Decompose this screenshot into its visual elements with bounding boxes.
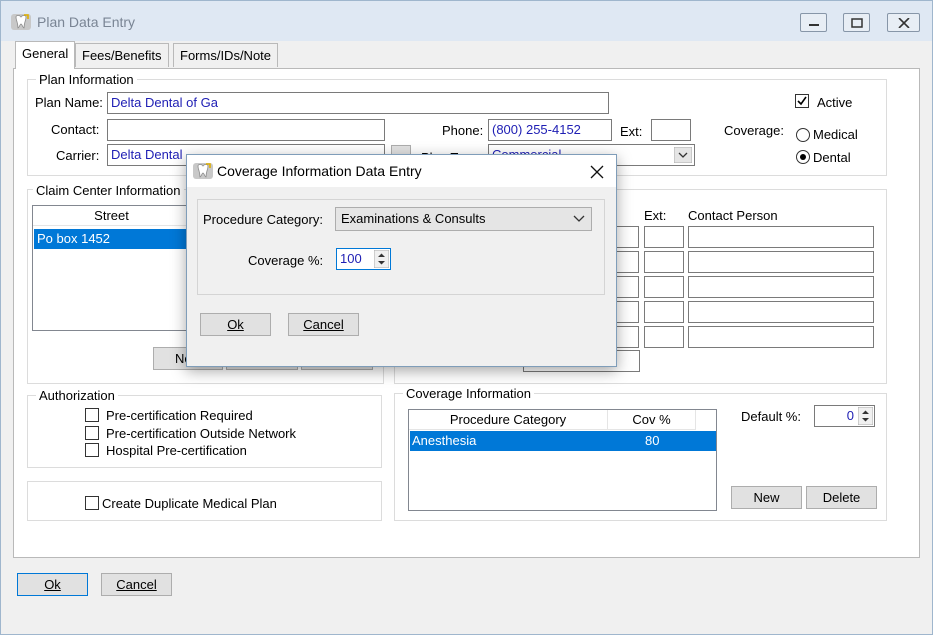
cov-percent-column-header[interactable]: Cov % — [608, 410, 696, 430]
coverage-information-legend: Coverage Information — [403, 386, 535, 401]
medical-label: Medical — [813, 127, 858, 142]
phone-field-3[interactable] — [616, 276, 639, 298]
dialog-ok-label: Ok — [227, 317, 244, 332]
ext-field-2[interactable] — [644, 251, 684, 273]
app-tooth-icon — [11, 14, 31, 30]
minimize-button[interactable] — [800, 13, 827, 32]
ext-label: Ext: — [620, 124, 643, 139]
medical-radio[interactable] — [796, 128, 810, 142]
phone-field-2[interactable] — [616, 251, 639, 273]
title-bar: Plan Data Entry — [1, 1, 932, 41]
coverage-new-button[interactable]: New — [731, 486, 802, 509]
minimize-icon — [809, 24, 819, 26]
ok-label: Ok — [44, 577, 61, 592]
close-icon[interactable] — [590, 165, 604, 179]
contact-person-field-2[interactable] — [688, 251, 874, 273]
claim-center-legend: Claim Center Information — [33, 183, 184, 198]
contact-label: Contact: — [51, 122, 100, 137]
tab-general[interactable]: General — [15, 41, 76, 69]
active-checkbox[interactable] — [795, 94, 809, 108]
coverage-percent-spinner[interactable]: 100 — [336, 248, 391, 270]
default-percent-spinner[interactable]: 0 — [814, 405, 875, 427]
coverage-delete-button[interactable]: Delete — [806, 486, 877, 509]
dialog-ok-button[interactable]: Ok — [200, 313, 271, 336]
carrier-label: Carrier: — [56, 148, 100, 163]
default-percent-label: Default %: — [741, 409, 801, 424]
contact-person-field-5[interactable] — [688, 326, 874, 348]
ext-input[interactable] — [651, 119, 691, 141]
pre-cert-outside-network-checkbox[interactable] — [85, 426, 99, 440]
ext-field-1[interactable] — [644, 226, 684, 248]
chevron-down-icon — [674, 147, 692, 163]
procedure-category-value: Examinations & Consults — [341, 211, 486, 226]
coverage-info-dialog: Coverage Information Data Entry Procedur… — [186, 154, 617, 367]
contact-input[interactable] — [107, 119, 385, 141]
dialog-cancel-label: Cancel — [303, 317, 344, 332]
phone-label: Phone: — [442, 123, 484, 138]
checkmark-icon — [797, 96, 807, 106]
spinner-arrows-icon[interactable] — [374, 250, 389, 268]
ext-field-4[interactable] — [644, 301, 684, 323]
create-duplicate-label: Create Duplicate Medical Plan — [102, 496, 277, 511]
coverage-percent-value: 100 — [340, 251, 362, 266]
chevron-down-icon — [573, 215, 585, 222]
pre-cert-required-checkbox[interactable] — [85, 408, 99, 422]
ok-button[interactable]: Ok — [17, 573, 88, 596]
pre-cert-required-label: Pre-certification Required — [106, 408, 253, 423]
contact-person-field-1[interactable] — [688, 226, 874, 248]
cancel-button[interactable]: Cancel — [101, 573, 172, 596]
dialog-title: Coverage Information Data Entry — [217, 163, 422, 179]
street-list[interactable]: Street Po box 1452 — [32, 205, 192, 331]
active-label: Active — [817, 95, 853, 110]
dental-label: Dental — [813, 150, 851, 165]
close-button[interactable] — [887, 13, 920, 32]
table-row[interactable]: Anesthesia 80 — [410, 431, 716, 451]
coverage-percent-label: Coverage %: — [248, 253, 324, 268]
tab-fees-benefits[interactable]: Fees/Benefits — [75, 43, 169, 67]
procedure-category-column-header[interactable]: Procedure Category — [409, 410, 608, 430]
list-item[interactable]: Po box 1452 — [34, 229, 190, 249]
close-icon — [898, 18, 910, 28]
contact-person-field-3[interactable] — [688, 276, 874, 298]
maximize-icon — [851, 18, 863, 28]
row-category: Anesthesia — [412, 433, 477, 448]
create-duplicate-checkbox[interactable] — [85, 496, 99, 510]
ext-field-3[interactable] — [644, 276, 684, 298]
plan-name-label: Plan Name: — [35, 95, 103, 110]
street-column-header[interactable]: Street — [33, 206, 191, 226]
procedure-category-label: Procedure Category: — [203, 212, 323, 227]
phone-field-4[interactable] — [616, 301, 639, 323]
dialog-cancel-button[interactable]: Cancel — [288, 313, 359, 336]
row-cov: 80 — [645, 433, 660, 448]
maximize-button[interactable] — [843, 13, 870, 32]
hospital-pre-cert-checkbox[interactable] — [85, 443, 99, 457]
plan-information-legend: Plan Information — [36, 72, 137, 87]
default-percent-value: 0 — [846, 408, 854, 423]
coverage-label: Coverage: — [724, 123, 784, 138]
authorization-legend: Authorization — [36, 388, 118, 403]
contact-person-column-label: Contact Person — [688, 208, 778, 223]
plan-name-input[interactable]: Delta Dental of Ga — [107, 92, 609, 114]
hospital-pre-cert-label: Hospital Pre-certification — [106, 443, 247, 458]
phone-input[interactable]: (800) 255-4152 — [488, 119, 612, 141]
phone-field-5[interactable] — [616, 326, 639, 348]
phone-field-1[interactable] — [616, 226, 639, 248]
dental-radio[interactable] — [796, 150, 810, 164]
contact-person-field-4[interactable] — [688, 301, 874, 323]
procedure-category-select[interactable]: Examinations & Consults — [335, 207, 592, 231]
coverage-list[interactable]: Procedure Category Cov % Anesthesia 80 — [408, 409, 717, 511]
app-tooth-icon — [193, 163, 213, 179]
pre-cert-outside-network-label: Pre-certification Outside Network — [106, 426, 297, 441]
ext-column-label: Ext: — [644, 208, 667, 223]
spinner-arrows-icon[interactable] — [858, 407, 873, 425]
tab-forms-ids-note[interactable]: Forms/IDs/Note — [173, 43, 279, 67]
dialog-title-bar: Coverage Information Data Entry — [187, 155, 616, 187]
cancel-label: Cancel — [116, 577, 157, 592]
ext-field-5[interactable] — [644, 326, 684, 348]
window-title: Plan Data Entry — [37, 14, 136, 30]
